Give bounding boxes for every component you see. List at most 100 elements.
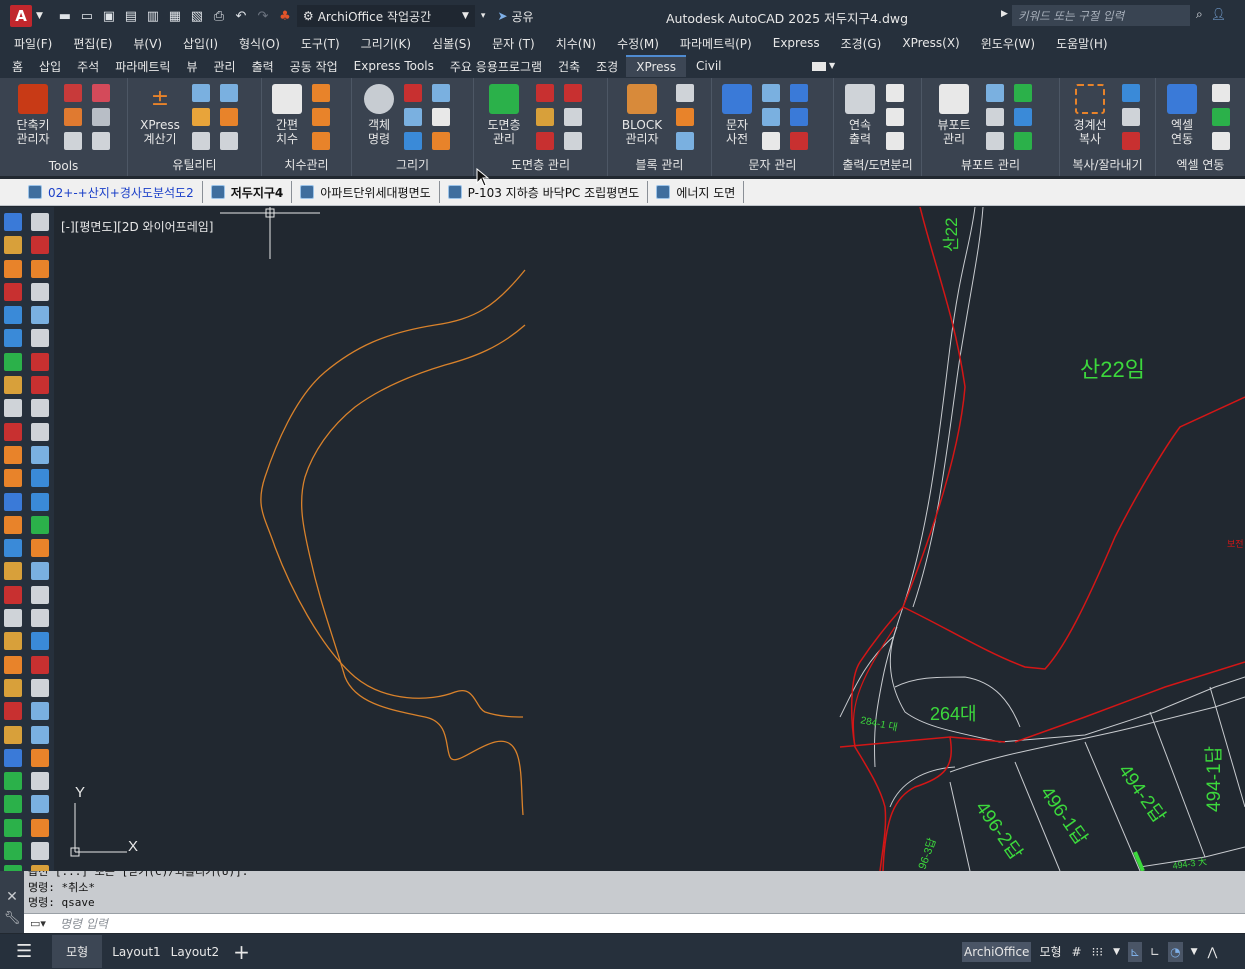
- text-tool-icon[interactable]: [790, 108, 808, 126]
- ortho-icon[interactable]: ∟: [1148, 942, 1162, 962]
- toolbar-tool-icon[interactable]: [4, 842, 22, 861]
- layer-tool-icon[interactable]: [536, 108, 554, 126]
- dim-icon[interactable]: [312, 132, 330, 150]
- block-tool-icon[interactable]: [676, 84, 694, 102]
- layer-tool-icon[interactable]: [536, 84, 554, 102]
- tool-icon[interactable]: [192, 108, 210, 126]
- toolbar-tool-icon[interactable]: [4, 469, 22, 488]
- tool-icon[interactable]: [92, 108, 110, 126]
- layer-tool-icon[interactable]: [564, 84, 582, 102]
- toolbar-tool-icon[interactable]: [31, 585, 49, 604]
- menu-item[interactable]: 도구(T): [301, 35, 340, 52]
- toolbar-tool-icon[interactable]: [31, 562, 49, 581]
- toolbar-tool-icon[interactable]: [31, 422, 49, 441]
- viewport-tool-icon[interactable]: [986, 108, 1004, 126]
- document-tab[interactable]: 아파트단위세대평면도: [292, 181, 440, 203]
- toolbar-tool-icon[interactable]: [4, 422, 22, 441]
- print-icon[interactable]: ⎙: [211, 8, 227, 24]
- ribbon-tab[interactable]: XPress: [626, 55, 687, 77]
- toolbar-tool-icon[interactable]: [31, 539, 49, 558]
- toolbar-tool-icon[interactable]: [31, 236, 49, 255]
- xpress-calculator-button[interactable]: ± XPress 계산기: [136, 84, 184, 146]
- user-icon[interactable]: 👤︎: [1211, 7, 1226, 22]
- excel-link-button[interactable]: 엑셀 연동: [1162, 84, 1202, 146]
- ribbon-tab[interactable]: 삽입: [39, 55, 61, 78]
- plot-tool-icon[interactable]: [886, 108, 904, 126]
- toolbar-tool-icon[interactable]: [31, 609, 49, 628]
- shortcut-manager-button[interactable]: 단축키 관리자: [10, 84, 56, 146]
- menu-item[interactable]: 뷰(V): [133, 35, 162, 52]
- archioffice-status-button[interactable]: ArchiOffice: [962, 941, 1032, 962]
- ribbon-minimize-icon[interactable]: [812, 62, 826, 71]
- quick-dim-button[interactable]: 간편 치수: [270, 84, 304, 146]
- toolbar-tool-icon[interactable]: [4, 725, 22, 744]
- ribbon-tab[interactable]: 출력: [252, 55, 274, 78]
- layer-tool-icon[interactable]: [536, 132, 554, 150]
- ribbon-tab[interactable]: Express Tools: [354, 56, 434, 76]
- toolbar-tool-icon[interactable]: [31, 748, 49, 767]
- tool-icon[interactable]: [64, 132, 82, 150]
- toolbar-tool-icon[interactable]: [4, 515, 22, 534]
- layout-tab[interactable]: Layout2: [171, 945, 219, 959]
- redo-icon[interactable]: ↷: [255, 8, 271, 24]
- toolbar-tool-icon[interactable]: [31, 678, 49, 697]
- toolbar-tool-icon[interactable]: [4, 702, 22, 721]
- toolbar-tool-icon[interactable]: [4, 655, 22, 674]
- toolbar-tool-icon[interactable]: [31, 632, 49, 651]
- toolbar-tool-icon[interactable]: [4, 352, 22, 371]
- menu-item[interactable]: 삽입(I): [183, 35, 218, 52]
- toolbar-tool-icon[interactable]: [4, 445, 22, 464]
- publish-icon[interactable]: ▥: [145, 8, 161, 24]
- block-manager-button[interactable]: BLOCK 관리자: [616, 84, 668, 146]
- dim-icon[interactable]: [312, 108, 330, 126]
- tool-icon[interactable]: [192, 132, 210, 150]
- tool-icon[interactable]: [220, 84, 238, 102]
- menu-item[interactable]: 파라메트릭(P): [680, 35, 752, 52]
- toolbar-tool-icon[interactable]: [4, 609, 22, 628]
- ribbon-tab[interactable]: 관리: [213, 55, 235, 78]
- layer-tool-icon[interactable]: [564, 132, 582, 150]
- toolbar-tool-icon[interactable]: [31, 818, 49, 837]
- toolbar-tool-icon[interactable]: [4, 213, 22, 231]
- toolbar-tool-icon[interactable]: [4, 678, 22, 697]
- text-tool-icon[interactable]: [762, 108, 780, 126]
- toolbar-tool-icon[interactable]: [31, 352, 49, 371]
- tool-icon[interactable]: [64, 108, 82, 126]
- new-icon[interactable]: ▬: [57, 8, 73, 24]
- layer-manager-button[interactable]: 도면층 관리: [482, 84, 526, 146]
- app-logo[interactable]: A: [10, 5, 32, 27]
- ribbon-tab[interactable]: 주석: [77, 55, 99, 78]
- toolbar-tool-icon[interactable]: [4, 282, 22, 301]
- viewport-tool-icon[interactable]: [986, 132, 1004, 150]
- ribbon-tab[interactable]: Civil: [696, 56, 721, 76]
- polar-icon[interactable]: ◔: [1168, 941, 1183, 962]
- toolbar-tool-icon[interactable]: [31, 329, 49, 348]
- polyline-icon[interactable]: [404, 132, 422, 150]
- toolbar-tool-icon[interactable]: [31, 795, 49, 814]
- save-icon[interactable]: ▣: [101, 8, 117, 24]
- transfer-icon[interactable]: ▧: [189, 8, 205, 24]
- app-menu-arrow-icon[interactable]: ▼: [36, 11, 43, 21]
- toolbar-tool-icon[interactable]: [31, 306, 49, 325]
- infer-constraints-icon[interactable]: ⊾: [1127, 941, 1143, 962]
- boundary-copy-button[interactable]: 경계선 복사: [1068, 84, 1112, 146]
- menu-item[interactable]: 문자 (T): [492, 35, 535, 52]
- command-input[interactable]: ▭▾ 명령 입력: [24, 913, 1245, 933]
- toolbar-tool-icon[interactable]: [31, 515, 49, 534]
- share-button[interactable]: ➤ 공유: [497, 8, 533, 25]
- menu-item[interactable]: 도움말(H): [1056, 35, 1108, 52]
- toolbar-tool-icon[interactable]: [4, 259, 22, 278]
- toolbar-tool-icon[interactable]: [4, 306, 22, 325]
- copy-tool-icon[interactable]: [1122, 84, 1140, 102]
- arc-icon[interactable]: [432, 132, 450, 150]
- archioffice-icon[interactable]: ♣: [277, 8, 293, 24]
- toolbar-tool-icon[interactable]: [31, 282, 49, 301]
- batch-plot-button[interactable]: 연속 출력: [842, 84, 878, 146]
- menu-item[interactable]: 편집(E): [73, 35, 112, 52]
- menu-item[interactable]: 그리기(K): [361, 35, 411, 52]
- tool-icon[interactable]: [92, 132, 110, 150]
- plot-tool-icon[interactable]: [886, 132, 904, 150]
- wrench-icon[interactable]: 🔧︎: [0, 911, 24, 926]
- menu-item[interactable]: 형식(O): [239, 35, 280, 52]
- sheet-icon[interactable]: ▦: [167, 8, 183, 24]
